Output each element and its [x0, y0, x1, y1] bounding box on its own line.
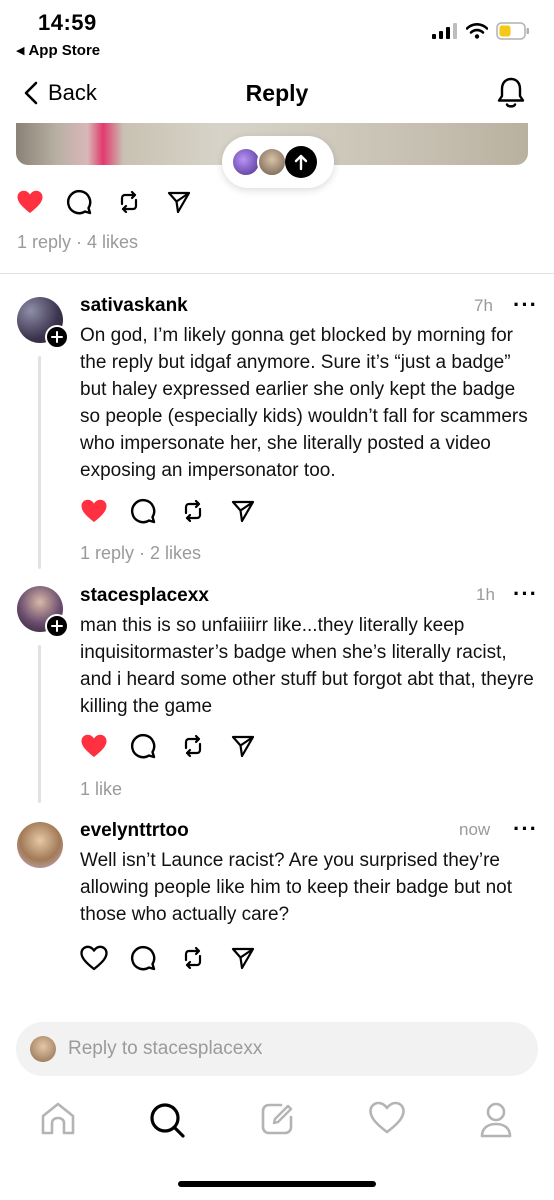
follow-plus-icon[interactable]: [45, 325, 69, 349]
username[interactable]: evelynttrtoo: [80, 820, 189, 842]
follow-plus-icon[interactable]: [45, 614, 69, 638]
tab-profile[interactable]: [478, 1101, 514, 1144]
repost-button[interactable]: [180, 730, 230, 762]
share-icon: [167, 191, 191, 214]
avatar[interactable]: [17, 822, 63, 868]
comment-icon: [66, 189, 92, 215]
search-icon: [150, 1103, 185, 1138]
heart-icon: [81, 734, 107, 757]
heart-outline-icon: [80, 945, 108, 971]
reply-stats[interactable]: 1 reply · 2 likes: [80, 543, 201, 564]
avatar[interactable]: [17, 586, 69, 638]
bell-icon: [497, 77, 525, 108]
thread-line: [38, 645, 41, 803]
reply-text: Well isn’t Launce racist? Are you surpri…: [80, 850, 513, 925]
username[interactable]: stacesplacexx: [80, 585, 209, 607]
heart-icon: [17, 190, 43, 213]
arrow-up-icon: [285, 146, 317, 178]
tab-compose[interactable]: [259, 1101, 295, 1142]
avatar: [257, 147, 287, 177]
home-indicator: [178, 1181, 376, 1187]
reply-actions: [80, 495, 280, 527]
scroll-to-top-pill[interactable]: [222, 136, 334, 188]
status-bar: 14:59 ◀ App Store: [0, 0, 554, 66]
repost-button[interactable]: [180, 495, 230, 527]
comment-icon: [130, 945, 156, 971]
avatar: [30, 1036, 56, 1062]
username[interactable]: sativaskank: [80, 295, 188, 317]
tab-home[interactable]: [39, 1101, 77, 1142]
share-button[interactable]: [230, 942, 280, 974]
repost-icon: [184, 499, 202, 523]
nav-bar: Back Reply: [0, 70, 554, 120]
status-icons: [432, 22, 530, 40]
like-button[interactable]: [80, 942, 130, 974]
profile-icon: [480, 1102, 512, 1138]
comment-button[interactable]: [66, 186, 116, 218]
more-options-icon[interactable]: ···: [513, 294, 538, 316]
comment-button[interactable]: [130, 942, 180, 974]
comment-button[interactable]: [130, 730, 180, 762]
repost-button[interactable]: [116, 186, 166, 218]
divider: [0, 273, 554, 274]
comment-icon: [130, 498, 156, 524]
share-icon: [231, 947, 255, 970]
share-icon: [231, 500, 255, 523]
like-button[interactable]: [80, 730, 130, 762]
repost-icon: [184, 946, 202, 970]
battery-icon: [496, 22, 529, 40]
share-button[interactable]: [230, 495, 280, 527]
repost-button[interactable]: [180, 942, 230, 974]
activity-icon: [369, 1101, 405, 1134]
tab-bar: [0, 1095, 554, 1155]
share-icon: [231, 735, 255, 758]
more-options-icon[interactable]: ···: [513, 818, 538, 840]
home-icon: [41, 1102, 75, 1135]
signal-icon: [432, 23, 457, 39]
reply-actions: [80, 730, 280, 762]
like-button[interactable]: [16, 186, 66, 218]
reply-input[interactable]: Reply to stacesplacexx: [16, 1022, 538, 1076]
comment-button[interactable]: [130, 495, 180, 527]
avatar[interactable]: [17, 297, 69, 349]
reply-text: On god, I’m likely gonna get blocked by …: [80, 325, 528, 481]
wifi-icon: [466, 23, 488, 39]
tab-activity[interactable]: [368, 1101, 406, 1140]
status-time: 14:59: [38, 10, 97, 35]
back-triangle-icon: ◀: [16, 45, 25, 57]
timestamp: now: [459, 820, 491, 839]
back-app-label: App Store: [28, 42, 101, 59]
more-options-icon[interactable]: ···: [513, 583, 538, 605]
repost-icon: [120, 190, 138, 214]
thread-line: [38, 356, 41, 569]
reply-text: man this is so unfaiiiirr like...they li…: [80, 615, 534, 717]
reply-actions: [80, 942, 280, 974]
like-button[interactable]: [80, 495, 130, 527]
tab-search[interactable]: [148, 1101, 186, 1144]
compose-icon: [261, 1103, 293, 1135]
repost-icon: [184, 734, 202, 758]
reply-placeholder: Reply to stacesplacexx: [68, 1038, 263, 1059]
heart-icon: [81, 499, 107, 522]
reply-stats[interactable]: 1 like: [80, 779, 122, 800]
comment-icon: [130, 733, 156, 759]
post-actions: [16, 186, 216, 218]
share-button[interactable]: [166, 186, 216, 218]
share-button[interactable]: [230, 730, 280, 762]
page-title: Reply: [245, 80, 309, 106]
notifications-button[interactable]: [496, 76, 526, 115]
timestamp: 1h: [476, 585, 495, 604]
timestamp: 7h: [474, 296, 493, 315]
post-stats[interactable]: 1 reply · 4 likes: [17, 232, 138, 253]
back-to-app-store[interactable]: ◀ App Store: [16, 42, 100, 59]
